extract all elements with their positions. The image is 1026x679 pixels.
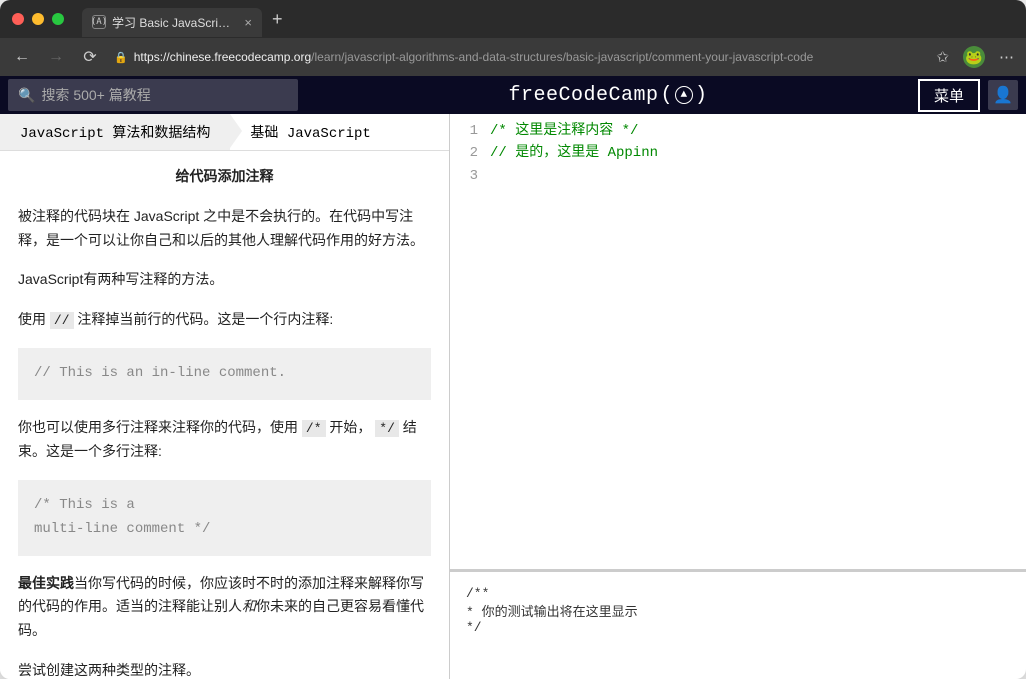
fcc-logo[interactable]: freeCodeCamp(▲): [306, 84, 910, 107]
inline-code: /*: [302, 420, 326, 437]
search-placeholder: 搜索 500+ 篇教程: [41, 85, 150, 105]
breadcrumb-item-1[interactable]: JavaScript 算法和数据结构: [0, 114, 230, 150]
close-window-button[interactable]: [12, 13, 24, 25]
favorite-icon[interactable]: ✩: [936, 48, 949, 66]
lesson-paragraph: 最佳实践当你写代码的时候，你应该时不时的添加注释来解释你写的代码的作用。适当的注…: [18, 572, 431, 643]
menu-button[interactable]: 菜单: [918, 79, 980, 112]
toolbar-right: ✩ 🐸 ⋯: [936, 46, 1014, 68]
close-tab-icon[interactable]: ×: [244, 15, 252, 30]
titlebar: (A) 学习 Basic JavaScript: 给代码 × +: [0, 0, 1026, 38]
lesson-paragraph: 你也可以使用多行注释来注释你的代码，使用 /* 开始， */ 结束。这是一个多行…: [18, 416, 431, 464]
browser-window: (A) 学习 Basic JavaScript: 给代码 × + ← → ⟳ 🔒…: [0, 0, 1026, 679]
code-line: // 是的，这里是 Appinn: [490, 142, 1026, 164]
logo-text: freeCodeCamp: [508, 84, 658, 107]
editor-pane: 1 2 3 /* 这里是注释内容 */ // 是的，这里是 Appinn /**…: [450, 114, 1026, 679]
flame-icon: ▲: [675, 86, 693, 104]
code-editor[interactable]: 1 2 3 /* 这里是注释内容 */ // 是的，这里是 Appinn: [450, 114, 1026, 569]
lock-icon: 🔒: [114, 51, 128, 64]
browser-tab[interactable]: (A) 学习 Basic JavaScript: 给代码 ×: [82, 8, 262, 37]
lesson-paragraph: 被注释的代码块在 JavaScript 之中是不会执行的。在代码中写注释，是一个…: [18, 205, 431, 253]
back-button[interactable]: ←: [12, 48, 32, 66]
forward-button[interactable]: →: [46, 48, 66, 66]
lesson-pane[interactable]: JavaScript 算法和数据结构 基础 JavaScript 给代码添加注释…: [0, 114, 450, 679]
maximize-window-button[interactable]: [52, 13, 64, 25]
browser-toolbar: ← → ⟳ 🔒 https://chinese.freecodecamp.org…: [0, 38, 1026, 76]
new-tab-button[interactable]: +: [272, 9, 283, 30]
more-icon[interactable]: ⋯: [999, 48, 1014, 66]
user-button[interactable]: 👤: [988, 80, 1018, 110]
lesson-paragraph: JavaScript有两种写注释的方法。: [18, 268, 431, 292]
reload-button[interactable]: ⟳: [80, 47, 100, 67]
minimize-window-button[interactable]: [32, 13, 44, 25]
code-block: /* This is a multi-line comment */: [18, 480, 431, 556]
tab-favicon: (A): [92, 15, 106, 29]
lesson-title: 给代码添加注释: [18, 165, 431, 189]
line-gutter: 1 2 3: [450, 120, 490, 569]
lesson-body: 给代码添加注释 被注释的代码块在 JavaScript 之中是不会执行的。在代码…: [0, 151, 449, 679]
profile-avatar[interactable]: 🐸: [963, 46, 985, 68]
url-path: /learn/javascript-algorithms-and-data-st…: [311, 50, 813, 64]
content-area: JavaScript 算法和数据结构 基础 JavaScript 给代码添加注释…: [0, 114, 1026, 679]
lesson-paragraph: 尝试创建这两种类型的注释。: [18, 659, 431, 679]
breadcrumb: JavaScript 算法和数据结构 基础 JavaScript: [0, 114, 449, 151]
inline-code: */: [375, 420, 399, 437]
code-line: /* 这里是注释内容 */: [490, 120, 1026, 142]
tab-title: 学习 Basic JavaScript: 给代码: [112, 14, 234, 31]
lesson-paragraph: 使用 // 注释掉当前行的代码。这是一个行内注释:: [18, 308, 431, 332]
address-bar[interactable]: 🔒 https://chinese.freecodecamp.org/learn…: [114, 50, 922, 64]
breadcrumb-item-2[interactable]: 基础 JavaScript: [230, 114, 390, 150]
code-block: // This is an in-line comment.: [18, 348, 431, 400]
code-lines[interactable]: /* 这里是注释内容 */ // 是的，这里是 Appinn: [490, 120, 1026, 569]
traffic-lights: [12, 13, 64, 25]
inline-code: //: [50, 312, 74, 329]
fcc-header: 🔍 搜索 500+ 篇教程 freeCodeCamp(▲) 菜单 👤: [0, 76, 1026, 114]
search-input[interactable]: 🔍 搜索 500+ 篇教程: [8, 79, 298, 111]
url-host: https://chinese.freecodecamp.org: [134, 50, 311, 64]
search-icon: 🔍: [18, 87, 35, 104]
output-console: /** * 你的测试输出将在这里显示 */: [450, 569, 1026, 679]
